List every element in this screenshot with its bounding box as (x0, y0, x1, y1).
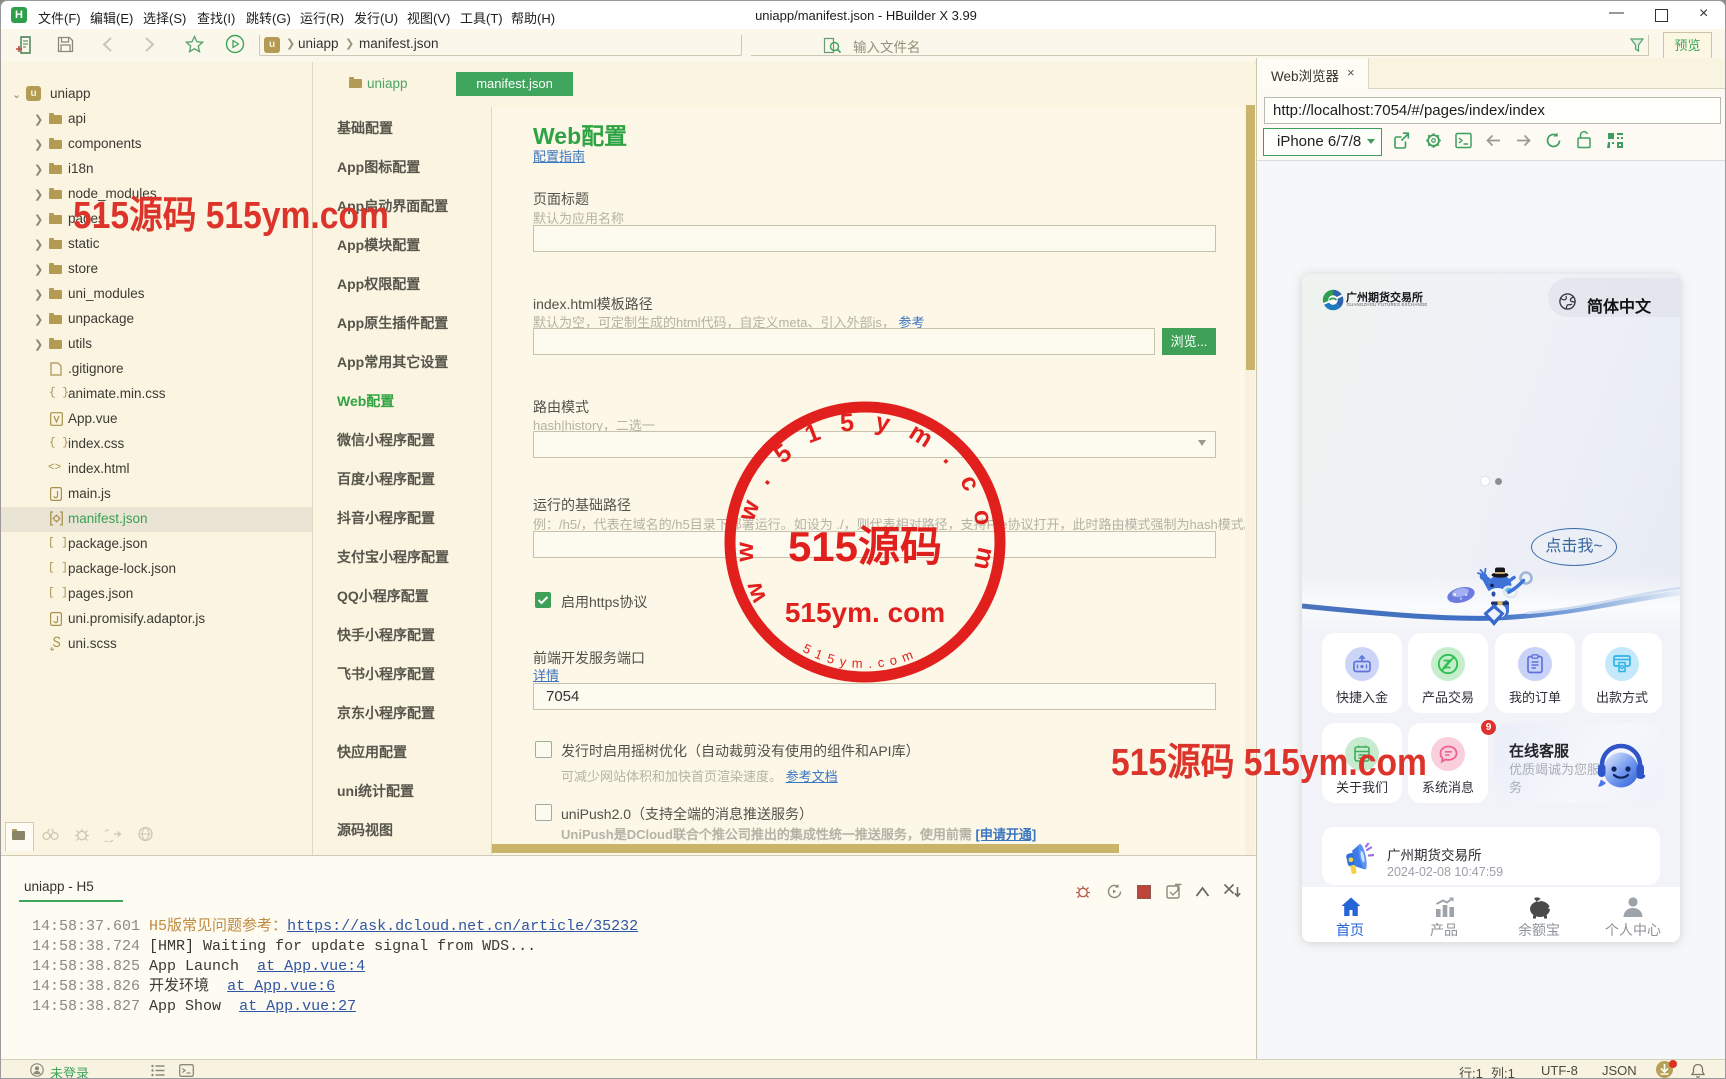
svg-text:515ym. com: 515ym. com (785, 597, 945, 628)
svg-text:www.515ym.com: www.515ym.com (731, 407, 1000, 607)
svg-text:515源码: 515源码 (788, 523, 942, 570)
